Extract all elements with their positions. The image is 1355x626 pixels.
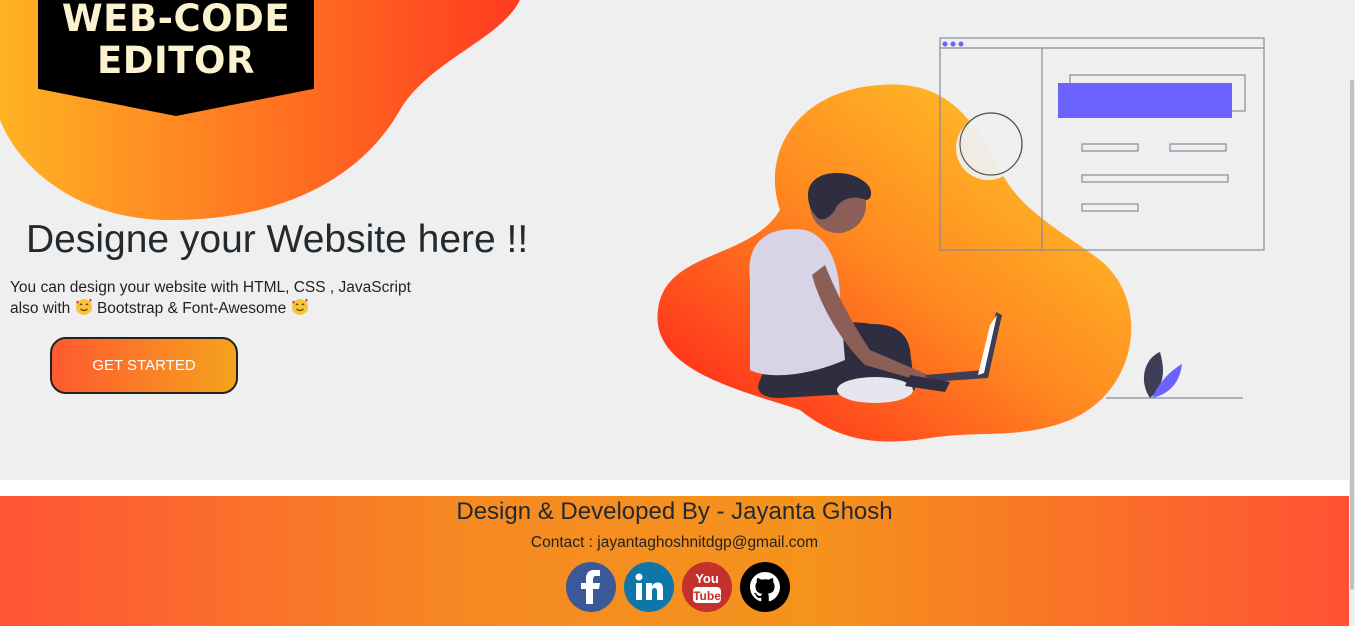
hero-desc-line-1: You can design your website with HTML, C… (10, 279, 411, 296)
hero-desc-also: also with (10, 300, 71, 317)
svg-text:You: You (695, 571, 719, 586)
get-started-button[interactable]: GET STARTED (50, 337, 238, 394)
footer: Design & Developed By - Jayanta Ghosh Co… (0, 496, 1349, 626)
smiling-hearts-emoji-icon (75, 298, 92, 315)
page-scrollbar[interactable] (1349, 0, 1355, 626)
scrollbar-thumb[interactable] (1350, 80, 1354, 590)
github-link[interactable] (740, 562, 790, 612)
github-icon (750, 572, 780, 602)
hero-section: WEB-CODE EDITOR Designe your Website her… (0, 0, 1349, 480)
hero-desc-libraries: Bootstrap & Font-Awesome (96, 300, 287, 317)
logo-line-2: EDITOR (97, 39, 255, 82)
youtube-icon: You Tube (693, 571, 721, 603)
svg-text:Tube: Tube (693, 589, 721, 603)
linkedin-icon (635, 573, 663, 600)
footer-contact: Contact : jayantaghoshnitdgp@gmail.com (530, 534, 819, 551)
facebook-icon (581, 570, 600, 604)
linkedin-link[interactable] (624, 562, 674, 612)
hero-desc-line-2: also with Bootstrap & Font-Awesome (10, 298, 411, 319)
footer-title: Design & Developed By - Jayanta Ghosh (456, 498, 893, 525)
smiling-hearts-emoji-icon (291, 298, 308, 315)
logo-line-1: WEB-CODE (61, 0, 291, 40)
hero-description: You can design your website with HTML, C… (10, 278, 411, 319)
facebook-link[interactable] (566, 562, 616, 612)
social-links: You Tube (566, 562, 790, 612)
youtube-link[interactable]: You Tube (682, 562, 732, 612)
hero-title: Designe your Website here !! (26, 218, 529, 261)
hero-illustration (657, 37, 1265, 442)
